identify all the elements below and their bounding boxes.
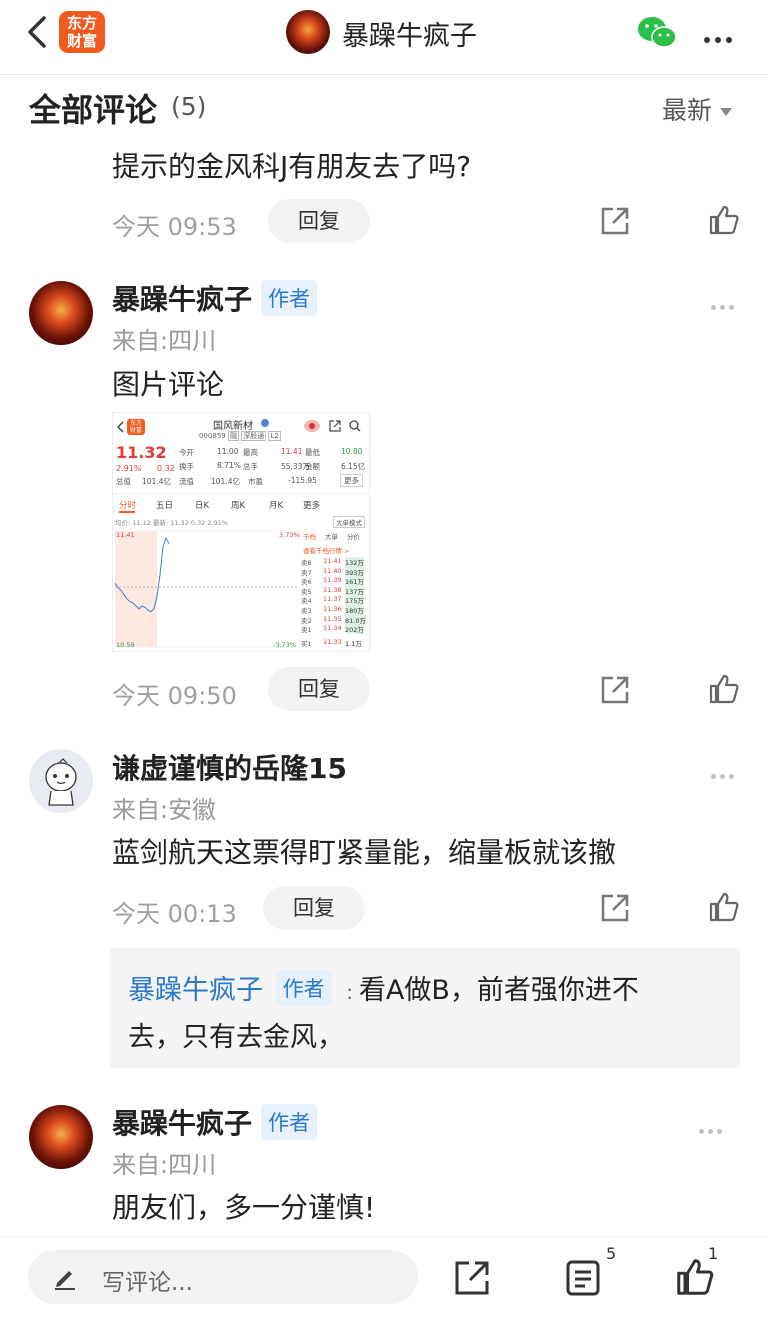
commenter-avatar[interactable] <box>29 281 93 345</box>
author-badge: 作者 <box>275 970 332 1006</box>
like-icon[interactable] <box>708 891 740 923</box>
chart-tabs: 分时 五日 日K 周K 月K 更多 <box>113 493 369 514</box>
author-badge: 作者 <box>261 280 318 316</box>
commenter-location: 来自:安徽 <box>112 796 217 824</box>
back-chevron-icon[interactable] <box>22 12 52 52</box>
comment-placeholder: 写评论... <box>102 1270 193 1296</box>
quoted-reply[interactable]: 暴躁牛疯子 作者 : 看A做B，前者强你进不 去，只有去金风， <box>110 948 740 1068</box>
top-bar: 东方 财富 暴躁牛疯子 <box>0 0 768 75</box>
more-options-icon[interactable] <box>704 28 738 43</box>
dropdown-triangle-icon <box>720 108 733 116</box>
pct-bottom: -3.73% <box>273 641 296 649</box>
like-icon[interactable] <box>708 673 740 705</box>
stock-change-pct: 2.91% <box>116 464 142 473</box>
comment-header: 暴躁牛疯子 作者 <box>112 278 318 318</box>
back-chevron-icon <box>117 421 124 433</box>
share-icon[interactable] <box>453 1259 491 1297</box>
comment-count-badge: 5 <box>606 1244 617 1263</box>
order-book: 千档 大单 分价 查看千档行情 > 卖8 11.41 132万 卖7 11.40 393万… <box>301 533 366 648</box>
share-icon[interactable] <box>599 674 631 706</box>
comment-time: 今天 00:13 <box>112 900 237 928</box>
page-title: 暴躁牛疯子 <box>342 21 477 52</box>
comment-more-icon[interactable] <box>711 764 738 783</box>
author-badge: 作者 <box>261 1104 318 1140</box>
eye-icon <box>304 420 320 432</box>
stock-change: 0.32 <box>157 464 175 473</box>
comment-text: 蓝剑航天这票得盯紧量能，缩量板就该撤 <box>112 836 617 869</box>
pct-top: 3.73% <box>279 531 300 539</box>
comment-count: (5) <box>171 92 207 121</box>
commenter-location: 来自:四川 <box>112 1151 217 1179</box>
quote-text-line2: 去，只有去金风， <box>128 1022 344 1053</box>
comment-time: 今天 09:53 <box>112 213 237 241</box>
comment-image[interactable]: 东方 财富 国风新材 000859 融 深股通 L2 11.32 2.91% 0.… <box>112 412 370 652</box>
bottom-bar: 写评论... 5 1 <box>0 1236 768 1320</box>
commenter-name[interactable]: 暴躁牛疯子 <box>112 283 252 316</box>
comment-input[interactable]: 写评论... <box>28 1250 418 1304</box>
commenter-avatar[interactable] <box>29 749 93 813</box>
intraday-chart <box>114 530 299 648</box>
stock-name: 国风新材 <box>213 421 253 432</box>
pencil-icon <box>55 1271 75 1290</box>
verified-icon <box>261 419 269 427</box>
commenter-avatar[interactable] <box>29 1105 93 1169</box>
comment-text: 图片评论 <box>112 368 225 401</box>
reply-button[interactable]: 回复 <box>268 667 370 711</box>
app-logo[interactable]: 东方 财富 <box>59 11 105 53</box>
reply-button[interactable]: 回复 <box>263 886 365 930</box>
like-count-badge: 1 <box>708 1244 719 1263</box>
comment-header: 暴躁牛疯子 作者 <box>112 1102 318 1142</box>
section-title: 全部评论 <box>29 91 158 129</box>
quote-author[interactable]: 暴躁牛疯子 <box>128 975 263 1006</box>
share-icon[interactable] <box>599 892 631 924</box>
app-logo: 东方 财富 <box>127 419 145 435</box>
share-icon <box>329 420 341 432</box>
commenter-name[interactable]: 谦虚谨慎的岳隆15 <box>112 747 347 787</box>
like-icon[interactable] <box>708 204 740 236</box>
wechat-share-icon[interactable] <box>637 15 677 49</box>
quote-text-line1: 看A做B，前者强你进不 <box>358 975 639 1006</box>
comment-more-icon[interactable] <box>711 295 738 314</box>
stock-code-line: 000859 融 深股通 L2 <box>199 431 281 441</box>
price-top: 11.41 <box>116 531 135 539</box>
like-icon[interactable] <box>675 1257 715 1297</box>
comments-list-icon[interactable] <box>565 1259 601 1297</box>
stock-price: 11.32 <box>116 443 167 462</box>
commenter-location: 来自:四川 <box>112 327 217 355</box>
comment-text: 提示的金风科J有朋友去了吗? <box>112 150 472 183</box>
commenter-name[interactable]: 暴躁牛疯子 <box>112 1107 252 1140</box>
user-avatar[interactable] <box>286 10 330 54</box>
price-bottom: 10.59 <box>116 641 135 649</box>
sort-dropdown[interactable]: 最新 <box>662 91 733 127</box>
quote-colon: : <box>346 980 353 1004</box>
share-icon[interactable] <box>599 205 631 237</box>
comment-text: 朋友们，多一分谨慎! <box>112 1191 376 1224</box>
avg-line: 均价: 11.12 最新: 11.32 0.32 2.91% <box>115 519 229 527</box>
search-icon <box>349 420 361 432</box>
mode-label: 大单模式 <box>333 516 365 528</box>
reply-button[interactable]: 回复 <box>268 199 370 243</box>
comment-time: 今天 09:50 <box>112 682 237 710</box>
comment-more-icon[interactable] <box>699 1119 726 1138</box>
